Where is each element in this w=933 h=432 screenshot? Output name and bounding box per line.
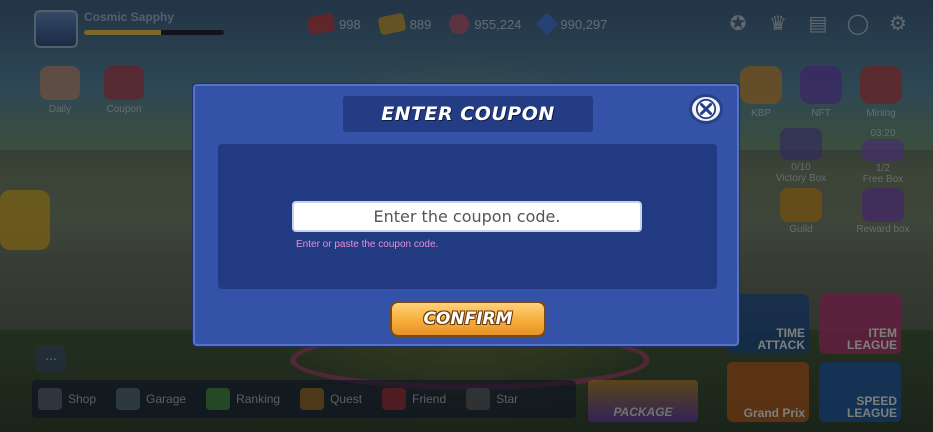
- dialog-panel: Enter or paste the coupon code.: [218, 144, 717, 289]
- close-button[interactable]: [689, 94, 723, 124]
- coupon-dialog: ENTER COUPON Enter or paste the coupon c…: [193, 84, 739, 346]
- dialog-title: ENTER COUPON: [343, 96, 593, 132]
- confirm-button[interactable]: CONFIRM: [390, 301, 546, 337]
- helper-text: Enter or paste the coupon code.: [296, 239, 439, 250]
- coupon-code-input[interactable]: [292, 201, 642, 232]
- close-icon: [695, 98, 717, 120]
